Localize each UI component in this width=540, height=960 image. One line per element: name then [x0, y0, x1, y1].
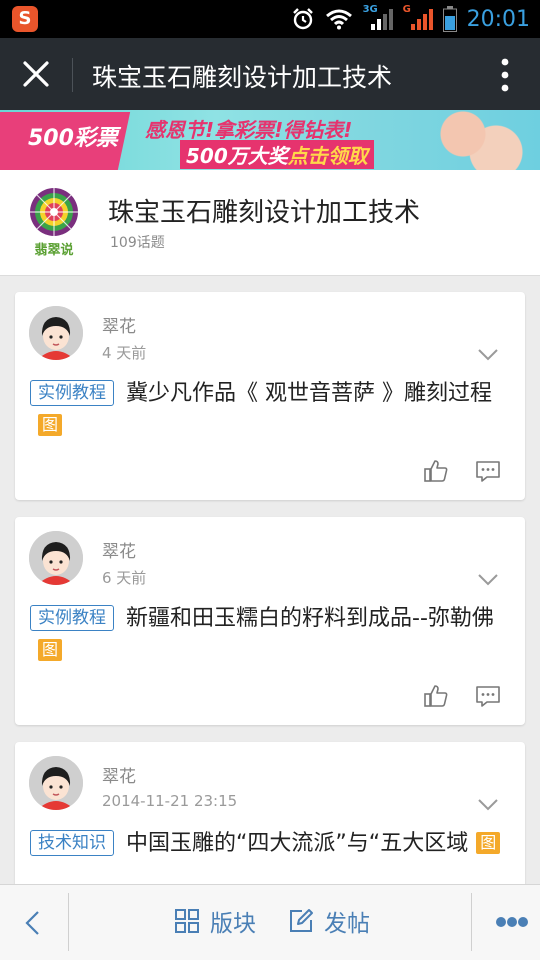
grid-icon — [175, 909, 199, 933]
avatar[interactable] — [29, 756, 83, 810]
signal-3g: 3G — [363, 4, 393, 32]
post-author[interactable]: 翠花 — [102, 312, 136, 337]
battery-icon — [442, 6, 457, 32]
app-s-icon: S — [12, 6, 38, 32]
board-button[interactable]: 版块 — [174, 905, 256, 937]
chevron-down-icon[interactable] — [477, 348, 499, 362]
post-title-text: 中国玉雕的“四大流派”与“五大区域 — [126, 831, 469, 856]
post-time: 4 天前 — [102, 344, 147, 362]
post-card[interactable]: 翠花 6 天前 实例教程 新疆和田玉糯白的籽料到成品--弥勒佛图 — [15, 517, 525, 725]
chevron-down-icon[interactable] — [477, 573, 499, 587]
signal-g: G — [403, 4, 433, 32]
comment-icon[interactable] — [475, 458, 501, 484]
edit-icon — [290, 909, 313, 932]
chevron-down-icon[interactable] — [477, 798, 499, 812]
alarm-icon — [292, 8, 313, 30]
clock: 20:01 — [466, 6, 530, 32]
signal-icon — [410, 9, 433, 30]
forum-logo-emblem — [30, 188, 78, 236]
board-label: 版块 — [210, 911, 256, 937]
post-title[interactable]: 实例教程 新疆和田玉糯白的籽料到成品--弥勒佛图 — [30, 603, 510, 667]
like-icon[interactable] — [423, 683, 449, 709]
banner-hand-image — [430, 110, 540, 170]
app-bar: 珠宝玉石雕刻设计加工技术 — [0, 38, 540, 110]
image-badge: 图 — [476, 832, 501, 854]
post-title-text: 新疆和田玉糯白的籽料到成品--弥勒佛 — [126, 606, 494, 631]
new-post-button[interactable]: 发帖 — [288, 905, 370, 937]
back-icon[interactable] — [22, 909, 42, 937]
divider — [471, 893, 472, 951]
post-tag[interactable]: 技术知识 — [30, 830, 114, 856]
more-horizontal-icon[interactable] — [495, 915, 529, 929]
comment-icon[interactable] — [475, 683, 501, 709]
post-label: 发帖 — [324, 911, 370, 937]
post-title[interactable]: 技术知识 中国玉雕的“四大流派”与“五大区域图 — [30, 828, 510, 860]
status-bar: S 3G G 20:01 — [0, 0, 540, 38]
banner-cta: 点击领取 — [287, 144, 368, 168]
page-title: 珠宝玉石雕刻设计加工技术 — [92, 63, 393, 92]
post-time: 2014-11-21 23:15 — [102, 792, 238, 810]
post-author[interactable]: 翠花 — [102, 537, 136, 562]
post-title-text: 冀少凡作品《 观世音菩萨 》雕刻过程 — [126, 381, 492, 406]
ad-banner[interactable]: 500彩票 感恩节!拿彩票!得钻表! 500万大奖点击领取 — [0, 110, 540, 170]
more-vertical-icon[interactable] — [500, 58, 510, 92]
avatar[interactable] — [29, 306, 83, 360]
banner-headline: 感恩节!拿彩票!得钻表! — [145, 118, 353, 142]
divider — [72, 58, 73, 92]
avatar[interactable] — [29, 531, 83, 585]
post-tag[interactable]: 实例教程 — [30, 380, 114, 406]
post-time: 6 天前 — [102, 569, 147, 587]
wifi-icon — [325, 9, 352, 30]
post-title[interactable]: 实例教程 冀少凡作品《 观世音菩萨 》雕刻过程图 — [30, 378, 510, 442]
like-icon[interactable] — [423, 458, 449, 484]
forum-logo: 翡翠说 — [28, 186, 80, 258]
image-badge: 图 — [38, 639, 62, 661]
banner-subline-prefix: 500万大奖 — [186, 144, 288, 168]
close-icon[interactable] — [20, 58, 52, 90]
post-card[interactable]: 翠花 4 天前 实例教程 冀少凡作品《 观世音菩萨 》雕刻过程图 — [15, 292, 525, 500]
divider — [68, 893, 69, 951]
forum-logo-text: 翡翠说 — [34, 243, 74, 258]
signal-icon — [370, 9, 393, 30]
banner-subline: 500万大奖点击领取 — [180, 140, 374, 169]
topic-count: 109话题 — [110, 235, 165, 251]
post-author[interactable]: 翠花 — [102, 762, 136, 787]
post-tag[interactable]: 实例教程 — [30, 605, 114, 631]
banner-logo-text: 500彩票 — [28, 126, 118, 151]
image-badge: 图 — [38, 414, 62, 436]
forum-header: 翡翠说 珠宝玉石雕刻设计加工技术 109话题 — [0, 170, 540, 276]
forum-name: 珠宝玉石雕刻设计加工技术 — [108, 198, 421, 228]
bottom-toolbar: 版块 发帖 — [0, 884, 540, 960]
